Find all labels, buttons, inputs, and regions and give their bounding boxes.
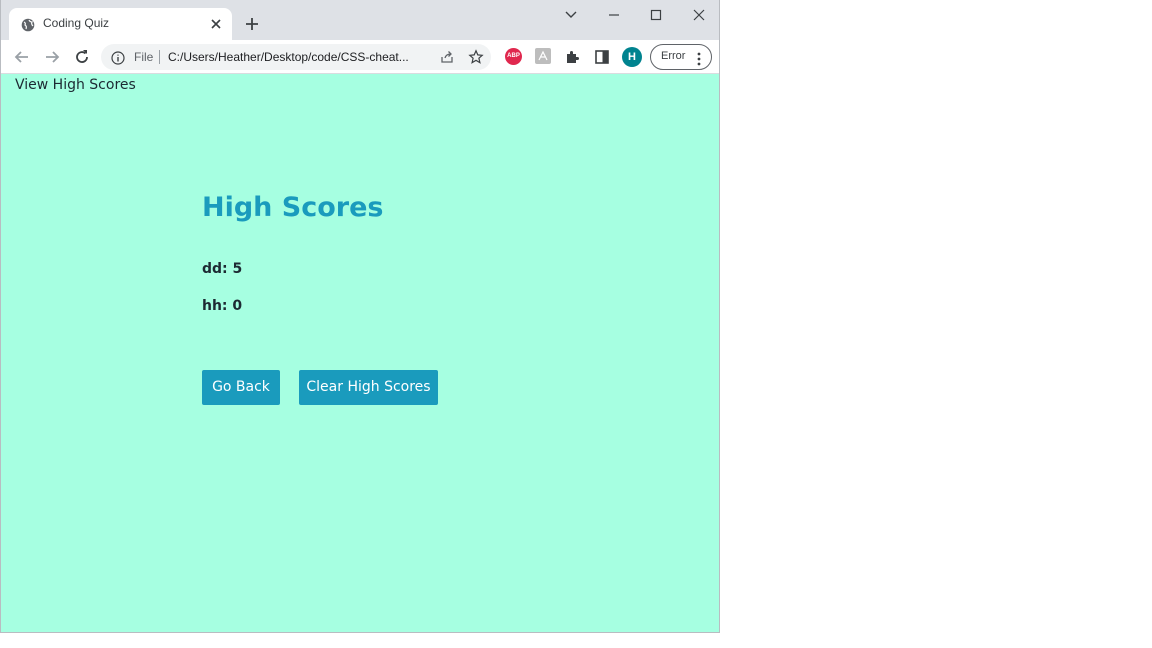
forward-arrow-icon[interactable] xyxy=(42,47,62,67)
browser-window: Coding Quiz File C:/Users/Heather/Deskto… xyxy=(0,0,720,633)
address-bar[interactable]: File C:/Users/Heather/Desktop/code/CSS-c… xyxy=(101,44,491,70)
info-icon[interactable] xyxy=(111,50,125,65)
profile-avatar[interactable]: H xyxy=(622,47,642,67)
score-item: dd: 5 xyxy=(202,261,243,277)
url-text[interactable]: C:/Users/Heather/Desktop/code/CSS-cheat.… xyxy=(168,50,430,64)
page-title: High Scores xyxy=(202,192,384,223)
browser-toolbar: File C:/Users/Heather/Desktop/code/CSS-c… xyxy=(1,40,719,74)
more-menu-icon[interactable] xyxy=(697,51,701,66)
page-content: View High Scores High Scores dd: 5 hh: 0… xyxy=(1,74,719,632)
bookmark-star-icon[interactable] xyxy=(468,49,484,65)
error-button[interactable]: Error xyxy=(650,44,712,70)
view-high-scores-link[interactable]: View High Scores xyxy=(15,77,136,93)
scheme-label: File xyxy=(134,50,154,64)
reload-icon[interactable] xyxy=(72,47,92,67)
score-item: hh: 0 xyxy=(202,298,243,314)
omnibox-divider xyxy=(159,50,160,64)
side-panel-icon[interactable] xyxy=(593,48,611,66)
go-back-button[interactable]: Go Back xyxy=(202,370,280,405)
tab-strip: Coding Quiz xyxy=(1,0,719,40)
globe-icon xyxy=(21,17,35,32)
extensions-puzzle-icon[interactable] xyxy=(564,48,582,66)
new-tab-icon[interactable] xyxy=(243,15,261,33)
minimize-icon[interactable] xyxy=(599,4,629,26)
clear-high-scores-button[interactable]: Clear High Scores xyxy=(299,370,438,405)
tab-title: Coding Quiz xyxy=(43,16,110,30)
tab-coding-quiz[interactable]: Coding Quiz xyxy=(9,8,232,40)
acrobat-icon[interactable] xyxy=(535,48,551,64)
back-arrow-icon[interactable] xyxy=(12,47,32,67)
share-icon[interactable] xyxy=(439,49,455,65)
adblock-plus-icon[interactable]: ABP xyxy=(505,48,522,65)
close-tab-icon[interactable] xyxy=(208,16,224,32)
tab-search-icon[interactable] xyxy=(556,4,586,26)
error-label: Error xyxy=(661,50,686,62)
close-window-icon[interactable] xyxy=(684,4,714,26)
maximize-icon[interactable] xyxy=(641,4,671,26)
